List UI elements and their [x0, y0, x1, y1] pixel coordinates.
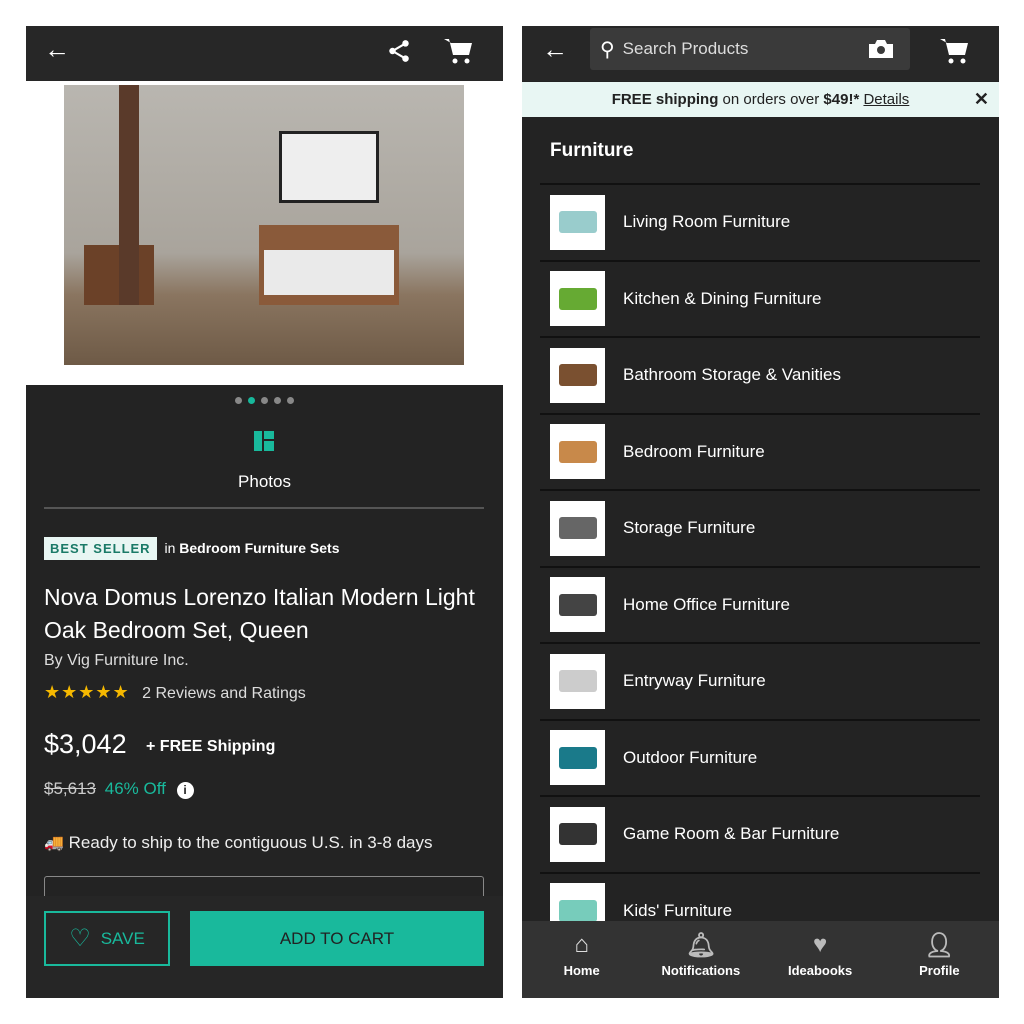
category-item[interactable]: Storage Furniture: [540, 489, 980, 565]
collapsed-section[interactable]: [44, 876, 484, 896]
price: $3,042: [44, 729, 127, 759]
category-label: Entryway Furniture: [623, 671, 766, 690]
nav-profile[interactable]: 👤︎ Profile: [880, 921, 999, 998]
truck-icon: 🚚: [44, 835, 64, 852]
category-item[interactable]: Bedroom Furniture: [540, 412, 980, 489]
close-icon[interactable]: ✕: [974, 82, 989, 117]
bed: [259, 225, 399, 305]
info-icon[interactable]: i: [176, 782, 194, 799]
save-button[interactable]: ♡ SAVE: [44, 911, 170, 966]
wall-art: [279, 131, 379, 203]
chair-thumbnail: [550, 271, 605, 326]
office-chair-thumbnail: [550, 577, 605, 632]
vanity-thumbnail: [550, 347, 605, 403]
share-icon[interactable]: [386, 38, 412, 64]
category-label: Living Room Furniture: [623, 212, 791, 231]
category-item[interactable]: Kitchen & Dining Furniture: [540, 259, 980, 336]
search-input[interactable]: ⚲ Search Products: [590, 28, 910, 70]
bench-thumbnail: [550, 653, 605, 709]
rating-line[interactable]: ★★★★★ 2 Reviews and Ratings: [44, 682, 306, 703]
category-label: Bathroom Storage & Vanities: [623, 365, 841, 384]
shipping-banner: FREE shipping on orders over $49!* Detai…: [522, 82, 999, 117]
category-label: Storage Furniture: [623, 518, 756, 537]
product-photo[interactable]: [64, 85, 464, 365]
brand[interactable]: By Vig Furniture Inc.: [44, 652, 189, 670]
category-screen: ← ⚲ Search Products FREE shipping on ord…: [522, 26, 999, 998]
category-line: BEST SELLER in Bedroom Furniture Sets: [44, 537, 340, 560]
ship-info: 🚚 Ready to ship to the contiguous U.S. i…: [44, 833, 432, 853]
banner-text: on orders over: [722, 91, 820, 108]
heart-icon: ♡: [69, 925, 91, 952]
cart-icon[interactable]: [938, 36, 970, 66]
category-item[interactable]: Game Room & Bar Furniture: [540, 795, 980, 871]
back-arrow-icon[interactable]: ←: [542, 34, 568, 65]
top-bar: ←: [26, 26, 503, 81]
product-title: Nova Domus Lorenzo Italian Modern Light …: [44, 584, 475, 643]
category-label: Game Room & Bar Furniture: [623, 824, 840, 843]
photos-icon[interactable]: [254, 431, 274, 451]
banner-amount: $49!*: [823, 91, 860, 108]
foosball-thumbnail: [550, 806, 605, 862]
add-to-cart-button[interactable]: ADD TO CART: [190, 911, 484, 966]
category-label: Bedroom Furniture: [623, 441, 765, 461]
person-icon: 👤︎: [924, 932, 955, 959]
search-icon: ⚲: [600, 38, 615, 61]
bell-icon: 🔔︎: [685, 932, 717, 959]
back-arrow-icon[interactable]: ←: [44, 34, 70, 65]
sideboard-thumbnail: [550, 500, 605, 556]
camera-icon[interactable]: [868, 39, 894, 59]
category-link[interactable]: Bedroom Furniture Sets: [179, 540, 339, 556]
category-label: Kitchen & Dining Furniture: [623, 288, 822, 308]
category-label: Home Office Furniture: [623, 594, 790, 614]
heart-icon: ♥: [813, 931, 828, 958]
bottom-nav: ⌂ Home 🔔︎ Notifications ♥ Ideabooks 👤︎ Profi…: [522, 921, 999, 998]
nav-home[interactable]: ⌂ Home: [522, 921, 641, 998]
category-label: Outdoor Furniture: [623, 747, 758, 767]
home-icon: ⌂: [574, 931, 589, 958]
category-label: Kids' Furniture: [623, 900, 733, 920]
details-link[interactable]: Details: [863, 91, 909, 108]
search-placeholder: Search Products: [622, 39, 749, 58]
photos-label[interactable]: Photos: [26, 472, 503, 492]
divider: [44, 507, 484, 509]
banner-bold: FREE shipping: [611, 91, 719, 108]
sofa-thumbnail: [550, 194, 605, 250]
star-rating-icon: ★★★★★: [44, 682, 130, 702]
adirondack-chair-thumbnail: [550, 730, 605, 785]
product-image-area: [26, 81, 503, 385]
shipping-note: + FREE Shipping: [146, 738, 276, 755]
top-bar: ← ⚲ Search Products: [522, 26, 999, 81]
best-seller-badge: BEST SELLER: [44, 537, 157, 560]
category-item[interactable]: Home Office Furniture: [540, 565, 980, 642]
discount: 46% Off: [104, 779, 166, 798]
nav-notifications[interactable]: 🔔︎ Notifications: [641, 921, 760, 998]
cart-icon[interactable]: [442, 36, 474, 66]
ship-info-text: Ready to ship to the contiguous U.S. in …: [68, 833, 433, 852]
section-title: Furniture: [550, 140, 634, 161]
save-label: SAVE: [100, 928, 145, 948]
nav-ideabooks[interactable]: ♥ Ideabooks: [761, 921, 880, 998]
product-screen: ← Photos BEST SELLER in Bedroom Furnitur…: [26, 26, 503, 998]
category-item[interactable]: Entryway Furniture: [540, 642, 980, 718]
reviews-link[interactable]: 2 Reviews and Ratings: [142, 685, 306, 702]
old-price: $5,613: [44, 779, 96, 798]
bed-thumbnail: [550, 424, 605, 479]
carousel-dots[interactable]: [26, 391, 503, 409]
category-item[interactable]: Living Room Furniture: [540, 183, 980, 259]
category-item[interactable]: Bathroom Storage & Vanities: [540, 336, 980, 412]
curtain: [119, 85, 139, 305]
category-prefix: in: [164, 540, 176, 556]
category-item[interactable]: Outdoor Furniture: [540, 718, 980, 795]
